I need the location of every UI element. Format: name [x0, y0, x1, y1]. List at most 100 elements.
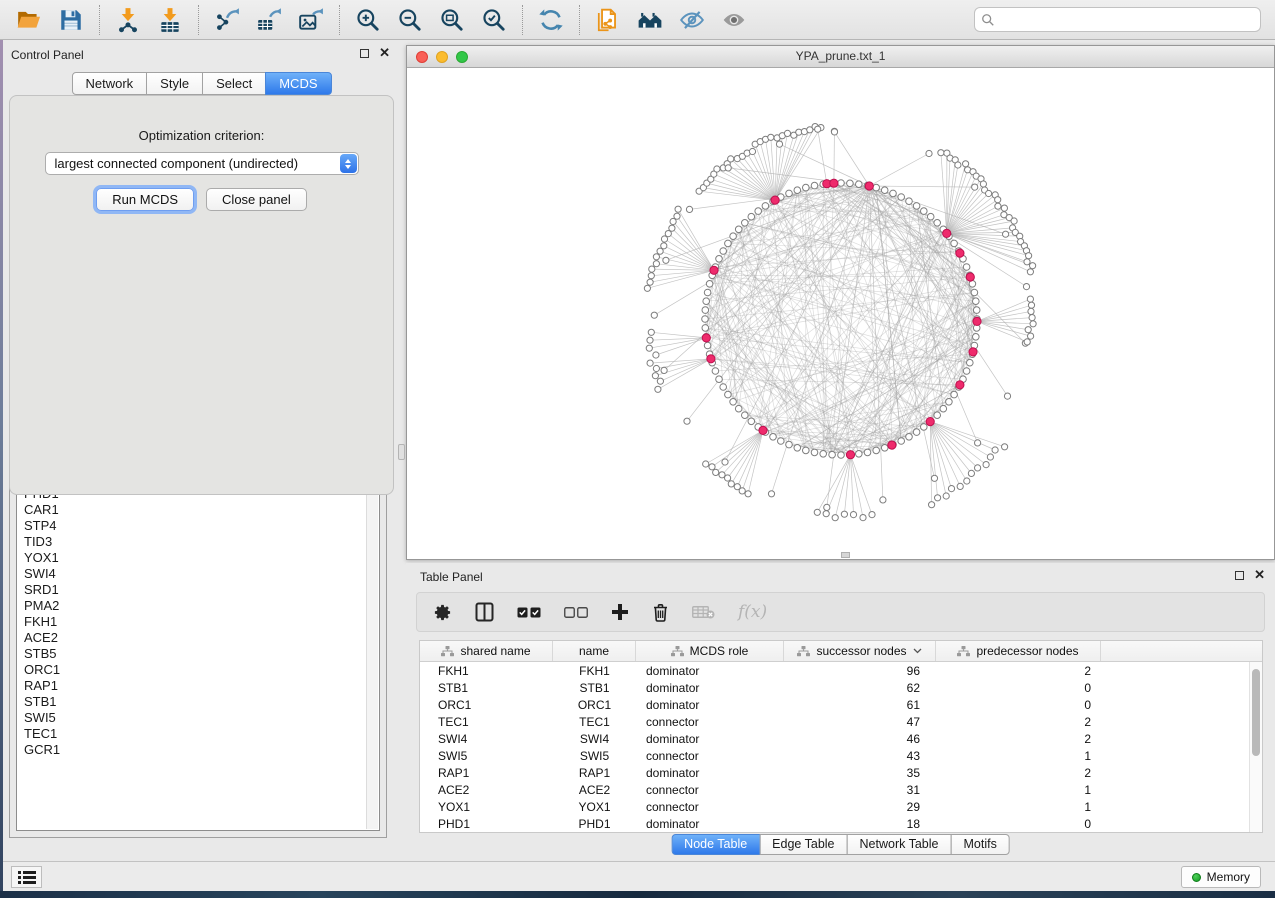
zoom-out-icon[interactable] [395, 5, 425, 35]
mcds-result-item[interactable]: ACE2 [24, 630, 379, 646]
float-panel-icon[interactable] [360, 49, 369, 58]
apply-preferred-layout-icon[interactable] [536, 5, 566, 35]
task-history-button[interactable] [11, 866, 42, 888]
mcds-result-item[interactable]: GCR1 [24, 742, 379, 758]
mcds-result-item[interactable]: STP4 [24, 518, 379, 534]
zoom-selected-icon[interactable] [479, 5, 509, 35]
mcds-result-item[interactable]: TID3 [24, 534, 379, 550]
mcds-result-item[interactable]: RAP1 [24, 678, 379, 694]
close-panel-button[interactable]: Close panel [206, 188, 307, 211]
mcds-tab-content: Optimization criterion: largest connecte… [9, 95, 394, 495]
function-builder-icon[interactable]: f(x) [738, 600, 767, 624]
search-field[interactable] [974, 7, 1261, 32]
mcds-result-item[interactable]: STB5 [24, 646, 379, 662]
cell-mcds_role: dominator [636, 766, 784, 780]
close-table-panel-icon[interactable]: ✕ [1254, 570, 1265, 580]
mcds-result-item[interactable]: SWI4 [24, 566, 379, 582]
export-network-icon[interactable] [212, 5, 242, 35]
fit-content-icon[interactable] [437, 5, 467, 35]
window-zoom-icon[interactable] [456, 51, 468, 63]
network-graph[interactable] [407, 68, 1274, 559]
column-header-empty [1101, 641, 1262, 661]
table-panel-tabs: Node TableEdge TableNetwork TableMotifs [671, 834, 1010, 855]
table-row[interactable]: ORC1ORC1dominator610 [420, 696, 1249, 713]
mcds-result-item[interactable]: ORC1 [24, 662, 379, 678]
import-network-from-public-db-icon[interactable] [593, 5, 623, 35]
cell-name: STB1 [553, 681, 636, 695]
table-row[interactable]: YOX1YOX1connector291 [420, 798, 1249, 815]
cell-successor: 18 [784, 817, 936, 831]
node-table-header: shared namename MCDS role successor nodesp… [420, 641, 1262, 662]
tab-style[interactable]: Style [146, 72, 203, 95]
show-columns-icon[interactable] [475, 600, 494, 624]
close-panel-icon[interactable]: ✕ [379, 48, 390, 58]
column-header-shared-name[interactable]: shared name [420, 641, 553, 661]
table-row[interactable]: ACE2ACE2connector311 [420, 781, 1249, 798]
table-row[interactable]: PHD1PHD1dominator180 [420, 815, 1249, 832]
mcds-result-item[interactable]: STB1 [24, 694, 379, 710]
table-toolbar: f(x) [416, 592, 1265, 632]
cytoscape-home-icon[interactable] [635, 5, 665, 35]
run-mcds-button[interactable]: Run MCDS [96, 188, 194, 211]
tab-edge-table[interactable]: Edge Table [759, 834, 847, 855]
table-row[interactable]: SWI5SWI5connector431 [420, 747, 1249, 764]
column-label: MCDS role [690, 644, 749, 658]
splitter-grip-vertical[interactable] [398, 444, 405, 460]
network-window-titlebar[interactable]: YPA_prune.txt_1 [407, 46, 1274, 68]
mcds-result-item[interactable]: YOX1 [24, 550, 379, 566]
delete-columns-trash-icon[interactable] [652, 600, 669, 624]
create-column-plus-icon[interactable] [611, 600, 629, 624]
mcds-result-item[interactable]: TEC1 [24, 726, 379, 742]
show-all-eye-icon[interactable] [719, 5, 749, 35]
save-session-icon[interactable] [56, 5, 86, 35]
mcds-result-scrollbar[interactable] [366, 482, 378, 829]
zoom-in-icon[interactable] [353, 5, 383, 35]
scrollbar-thumb[interactable] [1252, 669, 1260, 756]
hide-selected-eye-slash-icon[interactable] [677, 5, 707, 35]
memory-button[interactable]: Memory [1181, 866, 1261, 888]
table-options-gear-icon[interactable] [433, 600, 452, 624]
column-header-successor-nodes[interactable]: successor nodes [784, 641, 936, 661]
tab-network[interactable]: Network [71, 72, 147, 95]
mcds-result-item[interactable]: SRD1 [24, 582, 379, 598]
delete-table-icon[interactable] [692, 600, 715, 624]
search-input[interactable] [995, 13, 1254, 27]
window-minimize-icon[interactable] [436, 51, 448, 63]
table-panel-title: Table Panel [420, 570, 483, 584]
cell-predecessor: 2 [936, 664, 1101, 678]
column-header-MCDS-role[interactable]: MCDS role [636, 641, 784, 661]
tab-select[interactable]: Select [202, 72, 266, 95]
tab-network-table[interactable]: Network Table [847, 834, 952, 855]
import-table-from-file-icon[interactable] [155, 5, 185, 35]
window-close-icon[interactable] [416, 51, 428, 63]
mcds-result-item[interactable]: PMA2 [24, 598, 379, 614]
table-row[interactable]: TEC1TEC1connector472 [420, 713, 1249, 730]
table-row[interactable]: SWI4SWI4dominator462 [420, 730, 1249, 747]
mcds-result-item[interactable]: CAR1 [24, 502, 379, 518]
export-table-icon[interactable] [254, 5, 284, 35]
import-network-from-file-icon[interactable] [113, 5, 143, 35]
column-header-name[interactable]: name [553, 641, 636, 661]
optimization-criterion-select[interactable]: largest connected component (undirected) [45, 152, 359, 175]
column-header-predecessor-nodes[interactable]: predecessor nodes [936, 641, 1101, 661]
mcds-result-list[interactable]: PHD1CAR1STP4TID3YOX1SWI4SRD1PMA2FKH1ACE2… [16, 480, 380, 831]
export-image-icon[interactable] [296, 5, 326, 35]
mcds-result-item[interactable]: FKH1 [24, 614, 379, 630]
network-canvas[interactable] [407, 68, 1274, 559]
table-row[interactable]: STB1STB1dominator620 [420, 679, 1249, 696]
tab-node-table[interactable]: Node Table [671, 834, 760, 855]
deselect-all-icon[interactable] [564, 600, 588, 624]
node-table-scrollbar[interactable] [1249, 662, 1262, 832]
float-table-panel-icon[interactable] [1235, 571, 1244, 580]
network-window-title: YPA_prune.txt_1 [407, 46, 1274, 67]
table-row[interactable]: RAP1RAP1dominator352 [420, 764, 1249, 781]
splitter-grip-horizontal[interactable] [841, 552, 850, 558]
open-session-icon[interactable] [14, 5, 44, 35]
criterion-selected-value: largest connected component (undirected) [55, 156, 299, 171]
select-all-icon[interactable] [517, 600, 541, 624]
mcds-result-item[interactable]: SWI5 [24, 710, 379, 726]
tab-mcds[interactable]: MCDS [265, 72, 331, 95]
table-row[interactable]: FKH1FKH1dominator962 [420, 662, 1249, 679]
cell-shared_name: FKH1 [420, 664, 553, 678]
tab-motifs[interactable]: Motifs [950, 834, 1009, 855]
